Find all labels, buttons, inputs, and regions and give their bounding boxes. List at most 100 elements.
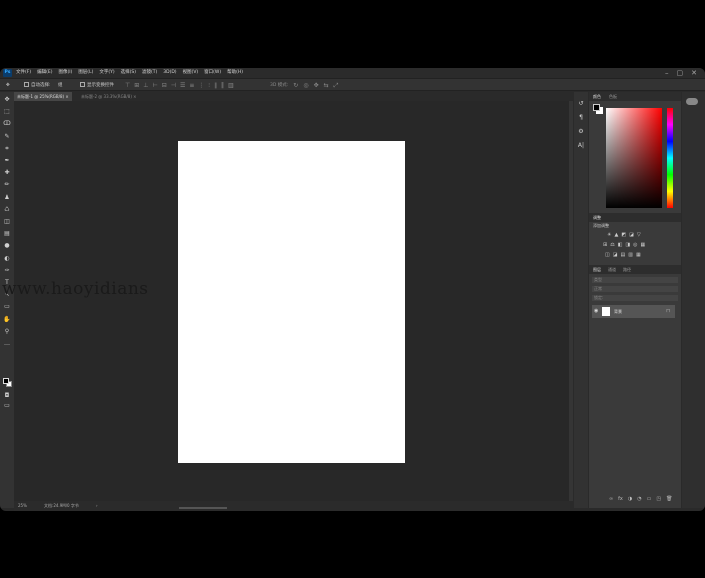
status-arrow-icon[interactable]: ›	[96, 501, 98, 511]
lasso-icon[interactable]: ↀ	[3, 120, 11, 128]
link-layers-icon[interactable]: ∞	[609, 496, 613, 502]
history-brush-icon[interactable]: ♺	[3, 206, 11, 214]
threshold-icon[interactable]: ▤	[620, 252, 625, 258]
posterize-icon[interactable]: ◪	[613, 252, 618, 258]
tab-layers[interactable]: 图层	[591, 265, 603, 274]
menu-view[interactable]: 视图(V)	[183, 68, 199, 78]
menu-type[interactable]: 文字(Y)	[99, 68, 114, 78]
horizontal-scrollbar[interactable]	[179, 507, 227, 509]
healing-brush-icon[interactable]: ✚	[3, 169, 11, 177]
zoom-level[interactable]: 25%	[18, 501, 27, 511]
auto-select-checkbox[interactable]: 自动选择:	[24, 79, 51, 92]
levels-icon[interactable]: ▲	[614, 232, 618, 238]
tab-untitled-1[interactable]: 未标题-1 @ 25%(RGB/8) ×	[14, 92, 72, 101]
new-layer-icon[interactable]: ◳	[656, 496, 661, 502]
channel-mixer-icon[interactable]: ◎	[633, 242, 637, 248]
blur-icon[interactable]: ●	[3, 242, 11, 250]
foreground-color-swatch[interactable]	[3, 378, 9, 384]
distribute-icon[interactable]: ☰	[180, 79, 185, 92]
auto-align-icon[interactable]: ▥	[228, 79, 234, 92]
tab-color[interactable]: 颜色	[591, 92, 603, 101]
menu-select[interactable]: 选择(S)	[121, 68, 136, 78]
hue-saturation-icon[interactable]: ⊞	[603, 242, 607, 248]
close-button[interactable]: ✕	[691, 68, 697, 78]
screen-mode-icon[interactable]: ▭	[3, 402, 11, 410]
tab-swatches[interactable]: 色板	[607, 92, 619, 101]
3d-rotate-icon[interactable]: ↻	[293, 79, 298, 92]
zoom-icon[interactable]: ⚲	[3, 328, 11, 336]
character-icon[interactable]: A|	[577, 142, 585, 150]
show-transform-checkbox[interactable]: 显示变换控件	[80, 79, 114, 92]
adjustment-layer-icon[interactable]: ◔	[637, 496, 641, 502]
layer-lock-row[interactable]: 锁定:	[592, 295, 678, 301]
more-tools-icon[interactable]: …	[3, 340, 11, 348]
quick-select-icon[interactable]: ✎	[3, 133, 11, 141]
marquee-icon[interactable]: ⬚	[3, 108, 11, 116]
exposure-icon[interactable]: ◪	[629, 232, 634, 238]
menu-window[interactable]: 窗口(W)	[204, 68, 221, 78]
clone-stamp-icon[interactable]: ♟	[3, 194, 11, 202]
paragraph-icon[interactable]: ¶	[577, 114, 585, 122]
distribute-icon[interactable]: ∥	[214, 79, 217, 92]
auto-select-dropdown[interactable]: 组	[58, 79, 63, 92]
layer-filter-kind[interactable]: 类型	[592, 277, 678, 283]
layer-mask-icon[interactable]: ◑	[628, 496, 632, 502]
menu-filter[interactable]: 滤镜(T)	[142, 68, 157, 78]
visibility-eye-icon[interactable]: ◉	[594, 305, 598, 318]
distribute-icon[interactable]: ⫶	[208, 79, 210, 92]
move-icon[interactable]: ✥	[3, 96, 11, 104]
align-bottom-icon[interactable]: ⊥	[143, 79, 148, 92]
crop-icon[interactable]: ⌗	[3, 145, 11, 153]
vertical-scrollbar[interactable]	[569, 101, 573, 501]
color-panel-fg-swatch[interactable]	[593, 104, 600, 111]
3d-pan-icon[interactable]: ✥	[314, 79, 319, 92]
align-vcenter-icon[interactable]: ⊞	[134, 79, 139, 92]
properties-icon[interactable]: ⚙	[577, 128, 585, 136]
tab-adjustments[interactable]: 调整	[591, 213, 603, 222]
eraser-icon[interactable]: ◫	[3, 218, 11, 226]
3d-scale-icon[interactable]: ⤢	[334, 79, 339, 92]
curves-icon[interactable]: ◩	[621, 232, 626, 238]
rectangle-icon[interactable]: ▭	[3, 303, 11, 311]
tab-channels[interactable]: 通道	[606, 265, 618, 274]
color-lookup-icon[interactable]: ▦	[641, 242, 646, 248]
black-white-icon[interactable]: ◧	[618, 242, 623, 248]
tab-paths[interactable]: 路径	[621, 265, 633, 274]
align-hcenter-icon[interactable]: ⊟	[162, 79, 167, 92]
distribute-icon[interactable]: ‖	[221, 79, 224, 92]
hue-slider[interactable]	[667, 108, 673, 208]
delete-layer-icon[interactable]: 🗑	[666, 496, 672, 502]
history-icon[interactable]: ↺	[577, 100, 585, 108]
menu-help[interactable]: 帮助(H)	[227, 68, 243, 78]
distribute-icon[interactable]: ≡	[189, 79, 194, 92]
layer-row-background[interactable]: ◉ 背景 ⊓	[592, 305, 675, 318]
color-picker-field[interactable]	[606, 108, 662, 208]
move-tool-icon[interactable]: ✥	[6, 79, 10, 92]
brightness-icon[interactable]: ☀	[607, 232, 611, 238]
document-canvas[interactable]	[178, 141, 405, 463]
photo-filter-icon[interactable]: ◨	[625, 242, 630, 248]
vibrance-icon[interactable]: ▽	[637, 232, 641, 238]
align-left-icon[interactable]: ⊢	[153, 79, 158, 92]
align-top-icon[interactable]: ⊤	[125, 79, 130, 92]
gradient-map-icon[interactable]: ▥	[628, 252, 633, 258]
invert-icon[interactable]: ◫	[605, 252, 610, 258]
brush-icon[interactable]: ✏	[3, 181, 11, 189]
pen-icon[interactable]: ✑	[3, 267, 11, 275]
canvas-area[interactable]	[14, 101, 573, 501]
tab-untitled-2[interactable]: 未标题-2 @ 33.3%(RGB/8) ×	[78, 92, 140, 101]
menu-layer[interactable]: 图层(L)	[78, 68, 93, 78]
3d-roll-icon[interactable]: ◎	[303, 79, 308, 92]
align-right-icon[interactable]: ⊣	[171, 79, 176, 92]
menu-3d[interactable]: 3D(D)	[163, 68, 176, 78]
menu-file[interactable]: 文件(F)	[16, 68, 31, 78]
eyedropper-icon[interactable]: ✒	[3, 157, 11, 165]
menu-edit[interactable]: 编辑(E)	[37, 68, 52, 78]
cc-cloud-icon[interactable]	[686, 98, 698, 105]
layer-style-icon[interactable]: fx	[618, 496, 623, 502]
maximize-button[interactable]: ▢	[677, 68, 684, 78]
color-balance-icon[interactable]: ⚖	[610, 242, 614, 248]
minimize-button[interactable]: –	[665, 68, 669, 78]
quick-mask-icon[interactable]: ◘	[3, 392, 11, 400]
gradient-icon[interactable]: ▤	[3, 230, 11, 238]
